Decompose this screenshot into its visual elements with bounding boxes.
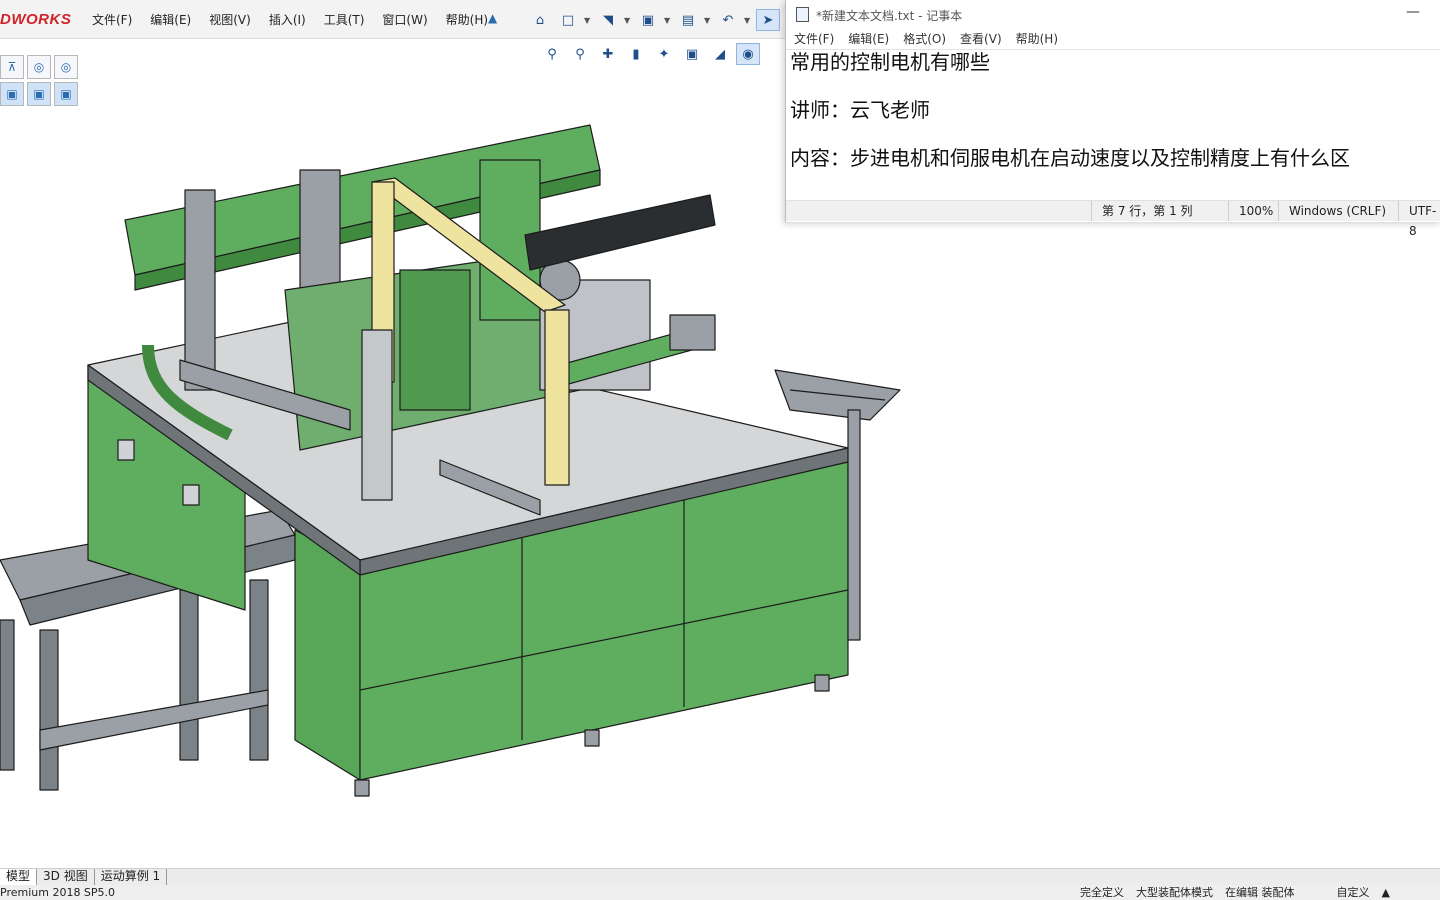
dynamic-annotation-icon[interactable]: ✦ [652,43,676,65]
pin-icon[interactable]: ▲ [488,11,497,25]
view-orientation-icon[interactable]: ▣ [680,43,704,65]
zoom-fit-icon[interactable]: ⚲ [540,43,564,65]
tab-motion-study[interactable]: 运动算例 1 [95,869,168,885]
chevron-down-icon[interactable]: ▼ [704,9,712,31]
circle-icon[interactable]: ◎ [54,55,78,79]
encoding: UTF-8 [1398,201,1440,238]
product-version: Premium 2018 SP5.0 [0,886,116,899]
machine-foot [354,779,370,797]
cabinet-handle [117,439,135,461]
zoom-area-icon[interactable]: ⚲ [568,43,592,65]
conveyor-leg [179,589,199,761]
home-icon[interactable]: ⌂ [528,9,552,31]
previous-view-icon[interactable]: ✚ [596,43,620,65]
notepad-text-area[interactable]: 常用的控制电机有哪些 讲师：云飞老师 内容：步进电机和伺服电机在启动速度以及控制… [790,50,1440,198]
definition-status: 完全定义 [1080,886,1124,899]
editing-status: 在编辑 装配体 [1225,886,1295,899]
print-icon[interactable]: ▤ [676,9,700,31]
menu-insert[interactable]: 插入(I) [267,10,308,29]
chevron-down-icon[interactable]: ▼ [664,9,672,31]
chevron-down-icon[interactable]: ▼ [584,9,592,31]
text-line: 常用的控制电机有哪些 [790,50,990,74]
discharge-support [847,409,861,641]
chevron-up-icon[interactable]: ▲ [1382,885,1390,900]
linear-rail-end [669,314,716,351]
assembly-mode[interactable]: 大型装配体模式 [1136,885,1213,900]
text-line: 讲师：云飞老师 [790,98,930,122]
notepad-menu-help[interactable]: 帮助(H) [1016,30,1058,49]
notepad-menu-edit[interactable]: 编辑(E) [848,30,889,49]
conveyor-cross-bar [39,689,269,751]
notepad-icon [796,7,809,22]
menu-view[interactable]: 视图(V) [207,10,253,29]
chevron-down-icon[interactable]: ▼ [744,9,752,31]
text-line: 内容：步进电机和伺服电机在启动速度以及控制精度上有什么区 [790,146,1350,170]
yellow-gantry-leg [544,309,570,486]
notepad-statusbar: 第 7 行，第 1 列 100% Windows (CRLF) UTF-8 [786,200,1440,238]
main-menu: 文件(F) 编辑(E) 视图(V) 插入(I) 工具(T) 窗口(W) 帮助(H… [90,10,490,29]
save-icon[interactable]: ▣ [636,9,660,31]
notepad-menubar: 文件(F) 编辑(E) 格式(O) 查看(V) 帮助(H) [786,30,1440,50]
tab-model[interactable]: 模型 [0,869,38,885]
notepad-menu-file[interactable]: 文件(F) [794,30,834,49]
cabinet-handle [182,484,200,506]
solidworks-logo: DWORKS [0,11,72,28]
notepad-titlebar[interactable]: *新建文本文档.txt - 记事本 — [786,0,1440,30]
undo-icon[interactable]: ↶ [716,9,740,31]
line-ending: Windows (CRLF) [1278,201,1386,221]
conveyor-leg [39,629,59,791]
new-document-icon[interactable]: □ [556,9,580,31]
tab-3d-view[interactable]: 3D 视图 [37,869,95,885]
notepad-title: *新建文本文档.txt - 记事本 [816,9,963,23]
units-custom[interactable]: 自定义 [1337,885,1370,900]
machine-foot [814,674,830,692]
display-style-icon[interactable]: ◢ [708,43,732,65]
mechanism-module [399,269,471,411]
conveyor-leg [0,619,15,771]
menu-edit[interactable]: 编辑(E) [148,10,193,29]
minimize-icon[interactable]: — [1406,4,1420,20]
menu-file[interactable]: 文件(F) [90,10,134,29]
machine-foot [584,729,600,747]
menu-tools[interactable]: 工具(T) [322,10,367,29]
text-line [790,74,1440,98]
circle-icon[interactable]: ◎ [27,55,51,79]
select-arrow-icon[interactable]: ➤ [756,9,780,31]
open-folder-icon[interactable]: ◥ [596,9,620,31]
notepad-menu-format[interactable]: 格式(O) [903,30,946,49]
menu-window[interactable]: 窗口(W) [380,10,429,29]
conveyor-leg [249,579,269,761]
bottom-tabs: 模型 3D 视图 运动算例 1 [0,868,1440,885]
gray-column [361,329,393,501]
notepad-menu-view[interactable]: 查看(V) [960,30,1002,49]
status-bar: Premium 2018 SP5.0 完全定义 大型装配体模式 在编辑 装配体 … [0,885,1440,900]
hide-show-icon[interactable]: ◉ [736,43,760,65]
post-left [184,189,216,391]
sketch-icon[interactable]: ⊼ [0,55,24,79]
heads-up-view-toolbar: ⚲ ⚲ ✚ ▮ ✦ ▣ ◢ ◉ [540,43,760,65]
belt-conveyor [524,194,716,271]
zoom-level: 100% [1228,201,1273,221]
standard-toolbar: ⌂ □ ▼ ◥ ▼ ▣ ▼ ▤ ▼ ↶ ▼ ➤ [528,9,780,31]
text-line [790,122,1440,146]
chevron-down-icon[interactable]: ▼ [624,9,632,31]
notepad-window: *新建文本文档.txt - 记事本 — 文件(F) 编辑(E) 格式(O) 查看… [785,0,1440,238]
cursor-position: 第 7 行，第 1 列 [1091,201,1193,221]
section-view-icon[interactable]: ▮ [624,43,648,65]
menu-help[interactable]: 帮助(H) [444,10,490,29]
